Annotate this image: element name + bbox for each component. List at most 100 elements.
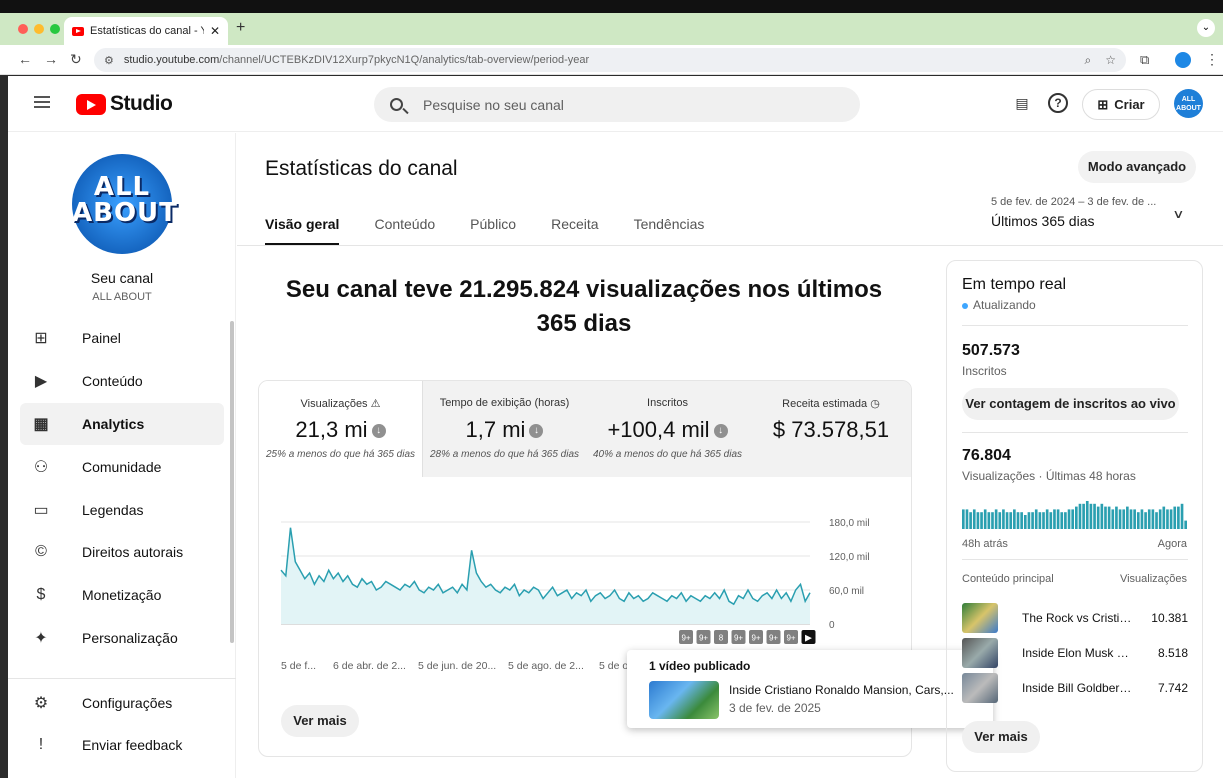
- channel-avatar[interactable]: ALL ABOUT: [72, 154, 177, 254]
- dollar-icon: $: [36, 586, 46, 603]
- realtime-bar: [998, 512, 1002, 529]
- realtime-bar-chart[interactable]: [962, 499, 1188, 529]
- tab-tendencias[interactable]: Tendências: [634, 216, 705, 246]
- chevron-down-icon[interactable]: ∨: [1172, 207, 1184, 221]
- magic-wand-icon: ✦: [34, 630, 48, 647]
- metric-label: Tempo de exibição (horas): [439, 397, 570, 409]
- arrow-down-icon: ↓: [713, 424, 728, 439]
- realtime-bar: [972, 509, 976, 529]
- address-bar[interactable]: ⚙ studio.youtube.com/channel/UCTEBKzDIV1…: [94, 48, 1126, 72]
- metric-views[interactable]: Visualizações ⚠ 21,3 mi ↓ 25% a menos do …: [259, 381, 423, 477]
- tab-receita[interactable]: Receita: [551, 216, 598, 246]
- maximize-window-button[interactable]: [50, 24, 60, 34]
- sidebar-item-label: Legendas: [82, 502, 144, 518]
- dashboard-icon: ⊞: [34, 330, 48, 347]
- reload-icon[interactable]: ↻: [70, 51, 82, 68]
- realtime-bar: [1002, 509, 1005, 529]
- realtime-card: Em tempo real Atualizando 507.573 Inscri…: [946, 260, 1203, 772]
- realtime-bar: [1031, 512, 1034, 529]
- period-dates[interactable]: 5 de fev. de 2024 – 3 de fev. de ...: [991, 196, 1156, 208]
- realtime-bar: [1013, 509, 1016, 529]
- close-tab-icon[interactable]: ✕: [210, 24, 220, 38]
- menu-icon[interactable]: [34, 96, 50, 108]
- metric-watch-time[interactable]: Tempo de exibição (horas) 1,7 mi ↓ 28% a …: [423, 381, 587, 477]
- help-icon[interactable]: ?: [1048, 93, 1068, 113]
- realtime-bar: [994, 509, 998, 529]
- tab-publico[interactable]: Público: [470, 216, 516, 246]
- metric-label: Visualizações: [300, 398, 368, 410]
- views-chart[interactable]: 180,0 mil 120,0 mil 60,0 mil 0 9+ 9+ 8 9+ 9+ 9+ 9+…: [259, 477, 912, 677]
- now-label: Agora: [1157, 538, 1187, 550]
- back-icon[interactable]: ←: [18, 51, 32, 67]
- sidebar-item-label: Enviar feedback: [82, 737, 183, 753]
- main-content: Estatísticas do canal Modo avançado 5 de…: [237, 133, 1223, 778]
- sidebar-item-direitos-autorais[interactable]: © Direitos autorais: [20, 531, 224, 573]
- messages-icon[interactable]: ▤: [1012, 93, 1032, 113]
- advanced-mode-button[interactable]: Modo avançado: [1078, 151, 1196, 183]
- tooltip-video-title[interactable]: Inside Cristiano Ronaldo Mansion, Cars,.…: [729, 683, 954, 697]
- tab-conteudo[interactable]: Conteúdo: [374, 216, 435, 246]
- views-area-fill: [281, 527, 810, 624]
- sidebar-divider: [8, 678, 236, 679]
- arrow-down-icon: ↓: [529, 424, 544, 439]
- y-tick-label: 0: [829, 620, 835, 631]
- top-content-row[interactable]: Inside Elon Musk Lif... 8.518: [962, 638, 1188, 668]
- sidebar-scrollbar[interactable]: [230, 321, 234, 643]
- bookmark-star-icon[interactable]: ☆: [1105, 53, 1116, 68]
- sidebar-item-label: Comunidade: [82, 459, 162, 475]
- live-subscriber-count-button[interactable]: Ver contagem de inscritos ao vivo: [962, 388, 1179, 420]
- tab-visao-geral[interactable]: Visão geral: [265, 216, 340, 246]
- realtime-bar: [976, 512, 980, 529]
- realtime-bar: [1184, 520, 1187, 529]
- sidebar-item-label: Direitos autorais: [82, 544, 184, 560]
- create-button[interactable]: ⊞ Criar: [1082, 89, 1160, 120]
- os-top-bar: [0, 0, 1223, 13]
- tooltip-video-date: 3 de fev. de 2025: [729, 701, 821, 715]
- browser-menu-icon[interactable]: ⋮: [1205, 51, 1219, 68]
- x-tick-label: 6 de abr. de 2...: [333, 660, 406, 672]
- video-thumbnail[interactable]: [649, 681, 719, 719]
- sidebar-item-configuracoes[interactable]: ⚙ Configurações: [20, 682, 224, 724]
- clock-icon: ◷: [870, 398, 880, 410]
- sidebar-item-conteudo[interactable]: ▶ Conteúdo: [20, 360, 224, 402]
- browser-profile-avatar[interactable]: [1175, 52, 1191, 68]
- sidebar-item-analytics[interactable]: ▦ Analytics: [20, 403, 224, 445]
- tab-search-button[interactable]: ⌄: [1197, 19, 1215, 37]
- sidebar-item-monetizacao[interactable]: $ Monetização: [20, 574, 224, 616]
- top-content-row[interactable]: The Rock vs Cristia... 10.381: [962, 603, 1188, 633]
- metric-subscribers[interactable]: Inscritos +100,4 mil ↓ 40% a menos do que…: [586, 381, 750, 477]
- see-more-button[interactable]: Ver mais: [962, 721, 1040, 753]
- account-avatar[interactable]: ALL ABOUT: [1174, 89, 1203, 118]
- period-selector[interactable]: Últimos 365 dias: [991, 213, 1095, 229]
- close-window-button[interactable]: [18, 24, 28, 34]
- sidebar-item-enviar-feedback[interactable]: ! Enviar feedback: [20, 724, 224, 766]
- forward-icon[interactable]: →: [44, 51, 58, 67]
- zoom-icon[interactable]: ⌕: [1085, 53, 1092, 68]
- content-title: Inside Elon Musk Lif...: [1022, 646, 1134, 660]
- top-content-row[interactable]: Inside Bill Goldberg ... 7.742: [962, 673, 1188, 703]
- studio-logo[interactable]: Studio: [76, 92, 173, 116]
- realtime-bar: [1147, 509, 1151, 529]
- realtime-bar: [1085, 501, 1089, 529]
- search-input[interactable]: Pesquise no seu canal: [374, 87, 860, 122]
- realtime-bar: [1060, 512, 1064, 529]
- minimize-window-button[interactable]: [34, 24, 44, 34]
- see-more-button[interactable]: Ver mais: [281, 705, 359, 737]
- sidebar-item-painel[interactable]: ⊞ Painel: [20, 317, 224, 359]
- sidebar-item-comunidade[interactable]: ⚇ Comunidade: [20, 446, 224, 488]
- realtime-title: Em tempo real: [962, 276, 1067, 293]
- realtime-bar: [1155, 512, 1158, 529]
- new-tab-button[interactable]: +: [236, 19, 245, 37]
- site-info-icon[interactable]: ⚙: [104, 54, 114, 67]
- video-thumbnail: [962, 603, 998, 633]
- sidebar-item-legendas[interactable]: ▭ Legendas: [20, 489, 224, 531]
- metric-value: $ 73.578,51: [772, 417, 890, 442]
- realtime-bar: [1056, 509, 1060, 529]
- browser-tab[interactable]: Estatísticas do canal - YouTube ✕: [64, 17, 228, 45]
- extensions-icon[interactable]: ⧉: [1140, 52, 1149, 68]
- sidebar-item-personalizacao[interactable]: ✦ Personalização: [20, 617, 224, 659]
- metric-revenue[interactable]: Receita estimada ◷ $ 73.578,51: [749, 381, 911, 477]
- subscriber-count: 507.573: [962, 342, 1020, 359]
- url-host: studio.youtube.com: [123, 54, 220, 66]
- realtime-bar: [965, 509, 969, 529]
